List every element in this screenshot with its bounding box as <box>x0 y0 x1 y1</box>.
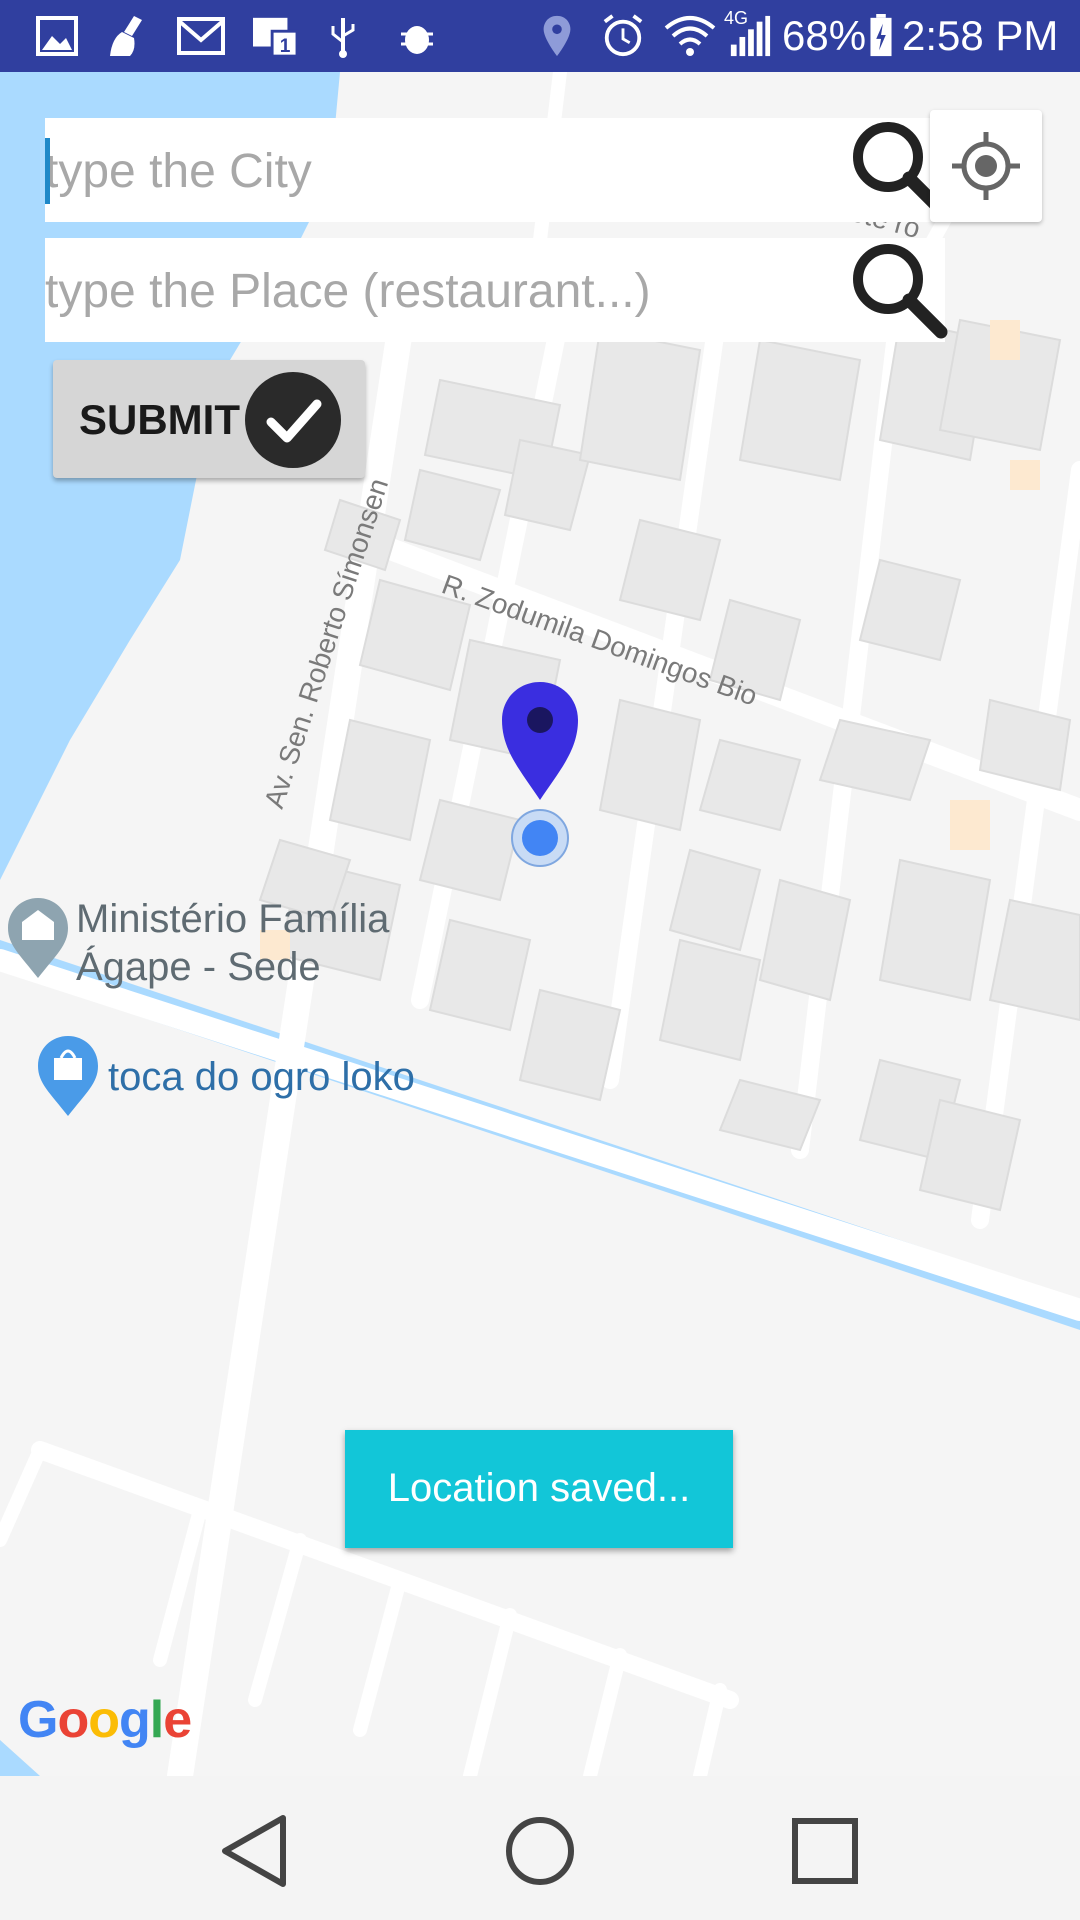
gmail-icon <box>177 17 225 55</box>
text-cursor <box>45 138 50 204</box>
battery-icon <box>870 14 892 57</box>
city-search-box <box>45 118 948 224</box>
svg-text:1: 1 <box>280 36 291 57</box>
battery-percent: 68% <box>782 12 867 59</box>
shopping-pin-icon[interactable] <box>38 1036 98 1116</box>
usb-icon <box>331 18 355 58</box>
check-circle-icon <box>245 372 341 468</box>
wifi-icon <box>664 16 716 56</box>
alarm-icon <box>603 14 643 57</box>
cleaner-icon <box>110 16 142 56</box>
city-input[interactable] <box>45 118 827 224</box>
status-bar: 1 4G 68% 2:58 PM <box>0 0 1080 72</box>
signal-icon <box>730 15 771 57</box>
location-marker-icon[interactable] <box>502 682 578 867</box>
recents-icon[interactable] <box>775 1806 875 1896</box>
poi-label-ministerio-line1[interactable]: Ministério Família <box>76 894 389 944</box>
my-location-icon <box>952 132 1020 200</box>
navigation-bar <box>0 1776 1080 1920</box>
submit-label: SUBMIT <box>79 396 240 443</box>
home-icon[interactable] <box>490 1806 590 1896</box>
poi-label-toca[interactable]: toca do ogro loko <box>108 1052 415 1102</box>
calendar-icon: 1 <box>253 17 299 58</box>
bug-icon <box>401 26 433 54</box>
clock: 2:58 PM <box>902 12 1059 59</box>
submit-button[interactable]: SUBMIT <box>53 360 365 478</box>
poi-label-ministerio-line2[interactable]: Ágape - Sede <box>76 942 321 992</box>
place-search-box <box>45 238 948 344</box>
place-search-icon[interactable] <box>843 234 953 344</box>
location-icon <box>543 15 571 57</box>
google-logo: Google <box>18 1691 192 1749</box>
toast-text: Location saved... <box>387 1466 691 1510</box>
back-icon[interactable] <box>205 1806 305 1896</box>
image-icon <box>36 16 78 56</box>
toast-message: Location saved... <box>345 1430 733 1548</box>
place-input[interactable] <box>45 238 827 344</box>
my-location-button[interactable] <box>930 110 1042 222</box>
